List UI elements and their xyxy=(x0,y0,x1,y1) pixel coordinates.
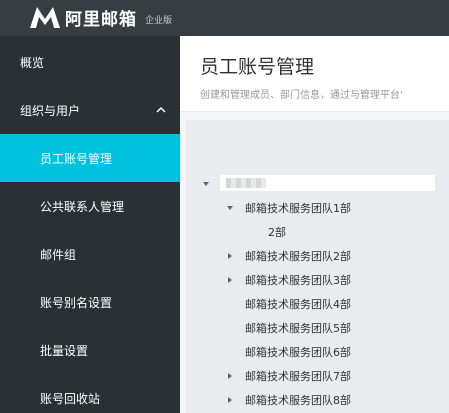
tree-node-label: 邮箱技术服务团队7部 xyxy=(245,370,351,383)
tree-node-dept8[interactable]: 邮箱技术服务团队8部 xyxy=(245,391,351,409)
tree-node-label: 邮箱技术服务团队4部 xyxy=(245,298,351,311)
tree-node-label: 邮箱技术服务团队1部 xyxy=(245,202,351,215)
sidebar-item-label: 概览 xyxy=(20,55,45,70)
tree-node-label: 邮箱技术服务团队5部 xyxy=(245,322,351,335)
tree-node-label: 邮箱技术服务团队3部 xyxy=(245,274,351,287)
mail-logo-icon xyxy=(30,7,60,28)
edition-label: 企业版 xyxy=(145,15,173,26)
redaction-mask xyxy=(226,178,266,188)
tree-node-label: 邮箱技术服务团队6部 xyxy=(245,346,351,359)
sidebar-item-employee-accounts[interactable]: 员工账号管理 xyxy=(0,134,180,182)
sidebar: 概览 组织与用户 员工账号管理 公共联系人管理 邮件组 账号别名设置 批量设置 … xyxy=(0,36,180,413)
sidebar-item-label: 账号回收站 xyxy=(40,391,101,406)
tree-node-dept6[interactable]: 邮箱技术服务团队6部 xyxy=(245,343,351,361)
department-tree-panel: 邮箱技术服务团队1部 2部 邮箱技术服务团队2部 邮箱技术服务团队3部 邮箱技术… xyxy=(186,120,449,413)
triangle-right-icon[interactable] xyxy=(226,372,234,380)
sidebar-item-label: 员工账号管理 xyxy=(40,151,113,166)
main-content: 员工账号管理 创建和管理成员、部门信息，通过与管理平台' 邮箱技术服务团队1部 … xyxy=(180,36,449,413)
sidebar-item-batch-settings[interactable]: 批量设置 xyxy=(0,326,180,374)
sidebar-item-label: 公共联系人管理 xyxy=(40,199,125,214)
tree-node-dept4[interactable]: 邮箱技术服务团队4部 xyxy=(245,295,351,313)
sidebar-item-account-recycle[interactable]: 账号回收站 xyxy=(0,374,180,413)
tree-node-dept7[interactable]: 邮箱技术服务团队7部 xyxy=(245,367,351,385)
tree-node-dept1-child[interactable]: 2部 xyxy=(268,223,286,241)
sidebar-item-overview[interactable]: 概览 xyxy=(0,38,180,86)
tree-node-label: 邮箱技术服务团队2部 xyxy=(245,250,351,263)
tree-node-label: 邮箱技术服务团队8部 xyxy=(245,394,351,407)
brand-logo[interactable]: 阿里邮箱 企业版 xyxy=(28,4,172,30)
top-bar: 阿里邮箱 企业版 xyxy=(0,0,449,36)
page-header: 员工账号管理 创建和管理成员、部门信息，通过与管理平台' xyxy=(180,36,449,112)
sidebar-item-label: 账号别名设置 xyxy=(40,295,113,310)
sidebar-item-label: 组织与用户 xyxy=(20,103,81,118)
sidebar-item-label: 邮件组 xyxy=(40,247,77,262)
tree-node-dept5[interactable]: 邮箱技术服务团队5部 xyxy=(245,319,351,337)
sidebar-item-org-users[interactable]: 组织与用户 xyxy=(0,86,180,134)
triangle-right-icon[interactable] xyxy=(226,396,234,404)
tree-node-dept1[interactable]: 邮箱技术服务团队1部 xyxy=(245,199,351,217)
triangle-down-icon[interactable] xyxy=(202,180,210,188)
tree-node-dept2[interactable]: 邮箱技术服务团队2部 xyxy=(245,247,351,265)
sidebar-item-label: 批量设置 xyxy=(40,343,89,358)
sidebar-item-mail-groups[interactable]: 邮件组 xyxy=(0,230,180,278)
sidebar-item-public-contacts[interactable]: 公共联系人管理 xyxy=(0,182,180,230)
chevron-up-icon xyxy=(156,106,166,113)
sidebar-item-account-alias[interactable]: 账号别名设置 xyxy=(0,278,180,326)
triangle-down-icon[interactable] xyxy=(226,204,234,212)
triangle-right-icon[interactable] xyxy=(226,252,234,260)
page-title: 员工账号管理 xyxy=(200,56,315,78)
triangle-right-icon[interactable] xyxy=(226,276,234,284)
tree-node-dept3[interactable]: 邮箱技术服务团队3部 xyxy=(245,271,351,289)
tree-node-label: 2部 xyxy=(268,226,286,239)
page-description: 创建和管理成员、部门信息，通过与管理平台' xyxy=(200,90,403,101)
brand-name: 阿里邮箱 xyxy=(65,9,137,30)
